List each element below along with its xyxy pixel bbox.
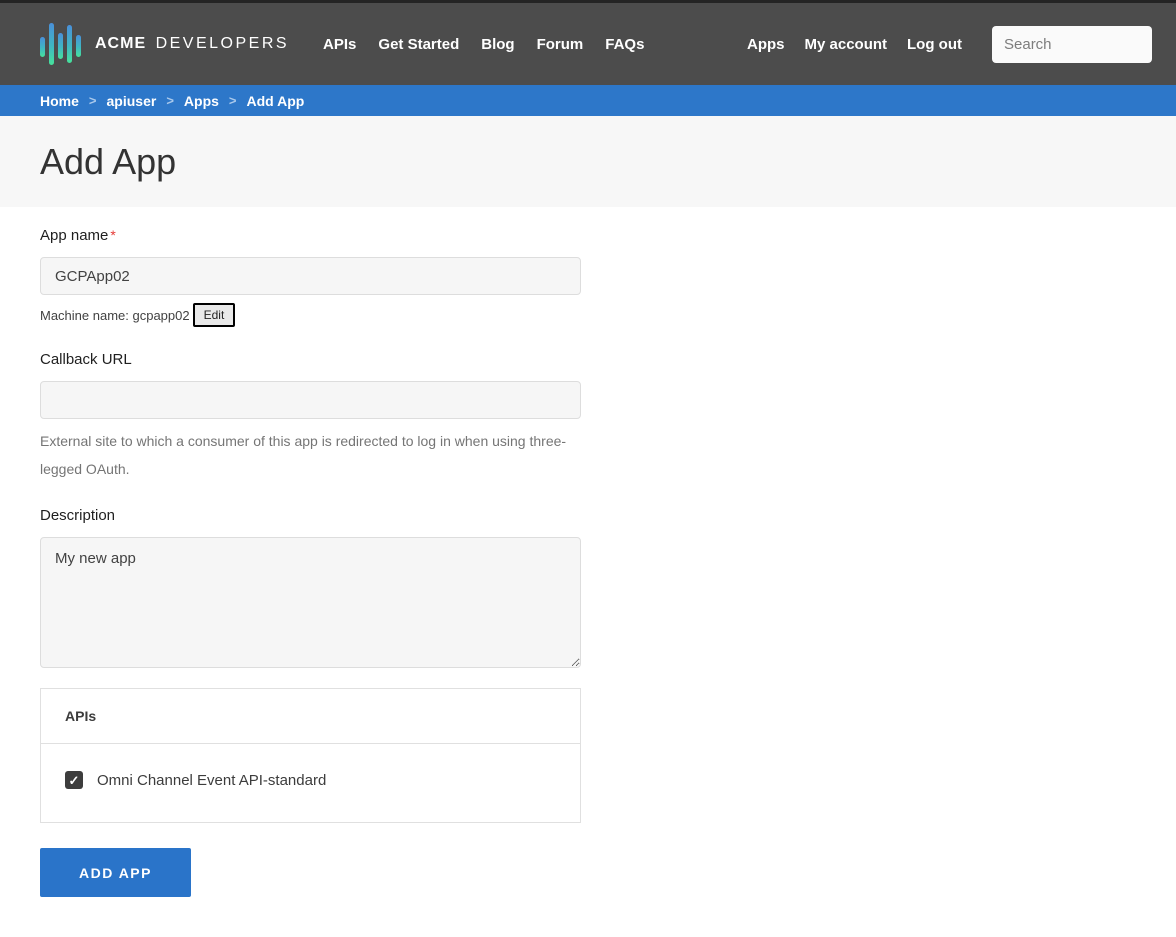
apis-fieldset: APIs ✓ Omni Channel Event API-standard [40,688,581,823]
description-textarea[interactable]: My new app [40,537,581,668]
nav-faqs[interactable]: FAQs [605,36,644,53]
callback-url-label: Callback URL [40,351,581,368]
nav-my-account[interactable]: My account [805,36,888,53]
callback-url-input[interactable] [40,381,581,419]
checkmark-icon: ✓ [69,774,80,787]
brand-logo[interactable]: ACME DEVELOPERS [40,20,289,68]
edit-machine-name-button[interactable]: Edit [193,303,236,327]
site-header: ACME DEVELOPERS APIs Get Started Blog Fo… [0,3,1176,85]
user-nav: Apps My account Log out [747,36,962,53]
breadcrumb-current: Add App [247,93,305,109]
apis-legend: APIs [41,689,580,744]
description-label: Description [40,507,581,524]
breadcrumb-apps[interactable]: Apps [184,93,219,109]
add-app-form: App name* Machine name: gcpapp02 Edit Ca… [40,227,581,897]
breadcrumb-separator-icon: > [166,93,174,108]
nav-get-started[interactable]: Get Started [378,36,459,53]
breadcrumb-separator-icon: > [89,93,97,108]
page-title: Add App [40,141,176,183]
nav-apis[interactable]: APIs [323,36,356,53]
equalizer-bars-icon [40,20,81,68]
add-app-button[interactable]: ADD APP [40,848,191,897]
callback-url-help-text: External site to which a consumer of thi… [40,427,570,483]
brand-name-light: DEVELOPERS [156,35,289,52]
machine-name-text: Machine name: gcpapp02 [40,308,190,323]
nav-apps[interactable]: Apps [747,36,785,53]
breadcrumb-home[interactable]: Home [40,93,79,109]
nav-log-out[interactable]: Log out [907,36,962,53]
nav-forum[interactable]: Forum [537,36,584,53]
search-input[interactable] [992,26,1152,63]
app-name-label: App name* [40,227,581,244]
required-asterisk: * [110,227,115,243]
api-checkbox-label[interactable]: Omni Channel Event API-standard [97,772,326,789]
main-content: App name* Machine name: gcpapp02 Edit Ca… [0,207,1176,937]
breadcrumb-apiuser[interactable]: apiuser [107,93,157,109]
brand-name: ACME DEVELOPERS [95,35,289,53]
page-title-band: Add App [0,116,1176,207]
nav-blog[interactable]: Blog [481,36,514,53]
api-checkbox[interactable]: ✓ [65,771,83,789]
breadcrumb: Home > apiuser > Apps > Add App [0,85,1176,116]
machine-name-row: Machine name: gcpapp02 Edit [40,303,581,327]
app-name-input[interactable] [40,257,581,295]
primary-nav: APIs Get Started Blog Forum FAQs [323,36,644,53]
api-option-row: ✓ Omni Channel Event API-standard [41,744,580,822]
brand-name-bold: ACME [95,35,146,52]
breadcrumb-separator-icon: > [229,93,237,108]
